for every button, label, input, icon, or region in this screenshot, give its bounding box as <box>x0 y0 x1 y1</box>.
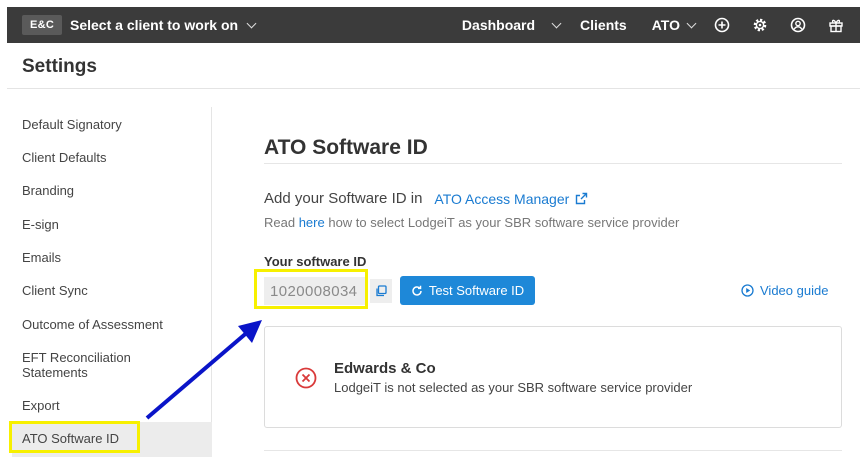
chevron-down-icon <box>686 18 697 28</box>
sidebar-item-e-sign[interactable]: E-sign <box>22 217 59 232</box>
refresh-icon <box>412 285 422 296</box>
client-selector[interactable]: Select a client to work on <box>70 17 257 33</box>
nav-dashboard[interactable]: Dashboard <box>462 17 535 33</box>
sidebar-item-emails[interactable]: Emails <box>22 250 61 265</box>
section-divider <box>264 163 842 164</box>
provider-status-card: Edwards & Co LodgeiT is not selected as … <box>264 326 842 428</box>
read-prefix: Read <box>264 215 299 230</box>
highlight-box-software-id <box>254 269 368 309</box>
ato-access-manager-link[interactable]: ATO Access Manager <box>434 191 588 207</box>
sidebar-item-client-defaults[interactable]: Client Defaults <box>22 150 107 165</box>
nav-ato-label: ATO <box>651 17 680 33</box>
test-software-id-label: Test Software ID <box>428 283 525 298</box>
chevron-down-icon[interactable] <box>551 18 562 28</box>
ato-access-manager-label: ATO Access Manager <box>434 190 570 207</box>
nav-ato-menu[interactable]: ATO <box>651 17 697 33</box>
sidebar-item-export[interactable]: Export <box>22 398 60 413</box>
play-circle-icon <box>741 284 754 297</box>
top-nav-bar: E&C Select a client to work on Dashboard… <box>7 7 860 43</box>
add-software-id-line: Add your Software ID in ATO Access Manag… <box>264 190 588 207</box>
header-divider <box>7 88 860 89</box>
read-suffix: how to select LodgeiT as your SBR softwa… <box>324 215 680 230</box>
video-guide-link[interactable]: Video guide <box>741 283 828 298</box>
alert-title: Edwards & Co <box>334 360 436 377</box>
alert-message: LodgeiT is not selected as your SBR soft… <box>334 380 693 395</box>
software-id-label: Your software ID <box>264 254 367 269</box>
bottom-divider <box>264 450 842 451</box>
chevron-down-icon <box>246 18 257 28</box>
nav-right: Dashboard Clients ATO <box>462 7 860 43</box>
settings-sidebar: Default Signatory Client Defaults Brandi… <box>12 107 212 457</box>
add-software-id-text: Add your Software ID in <box>264 190 423 207</box>
sidebar-item-default-signatory[interactable]: Default Signatory <box>22 117 122 132</box>
highlight-box-sidebar <box>9 421 140 453</box>
gift-icon[interactable] <box>828 17 844 33</box>
copy-icon <box>376 285 387 297</box>
sidebar-item-eft-reconciliation[interactable]: EFT Reconciliation Statements <box>22 350 152 380</box>
here-link[interactable]: here <box>299 215 325 230</box>
sidebar-item-outcome-of-assessment[interactable]: Outcome of Assessment <box>22 317 163 332</box>
user-circle-icon[interactable] <box>790 17 806 33</box>
sidebar-item-branding[interactable]: Branding <box>22 183 74 198</box>
read-help-line: Read here how to select LodgeiT as your … <box>264 215 679 230</box>
plus-circle-icon[interactable] <box>714 17 730 33</box>
client-selector-label: Select a client to work on <box>70 17 239 33</box>
copy-button[interactable] <box>370 279 392 303</box>
section-title: ATO Software ID <box>264 136 428 159</box>
nav-clients[interactable]: Clients <box>580 17 627 33</box>
gear-icon[interactable] <box>752 17 768 33</box>
test-software-id-button[interactable]: Test Software ID <box>400 276 535 305</box>
external-link-icon <box>576 192 588 205</box>
brand-logo[interactable]: E&C <box>22 15 62 35</box>
x-circle-icon <box>295 367 317 389</box>
sidebar-item-client-sync[interactable]: Client Sync <box>22 283 88 298</box>
page-title: Settings <box>22 56 97 77</box>
video-guide-label: Video guide <box>760 283 829 298</box>
